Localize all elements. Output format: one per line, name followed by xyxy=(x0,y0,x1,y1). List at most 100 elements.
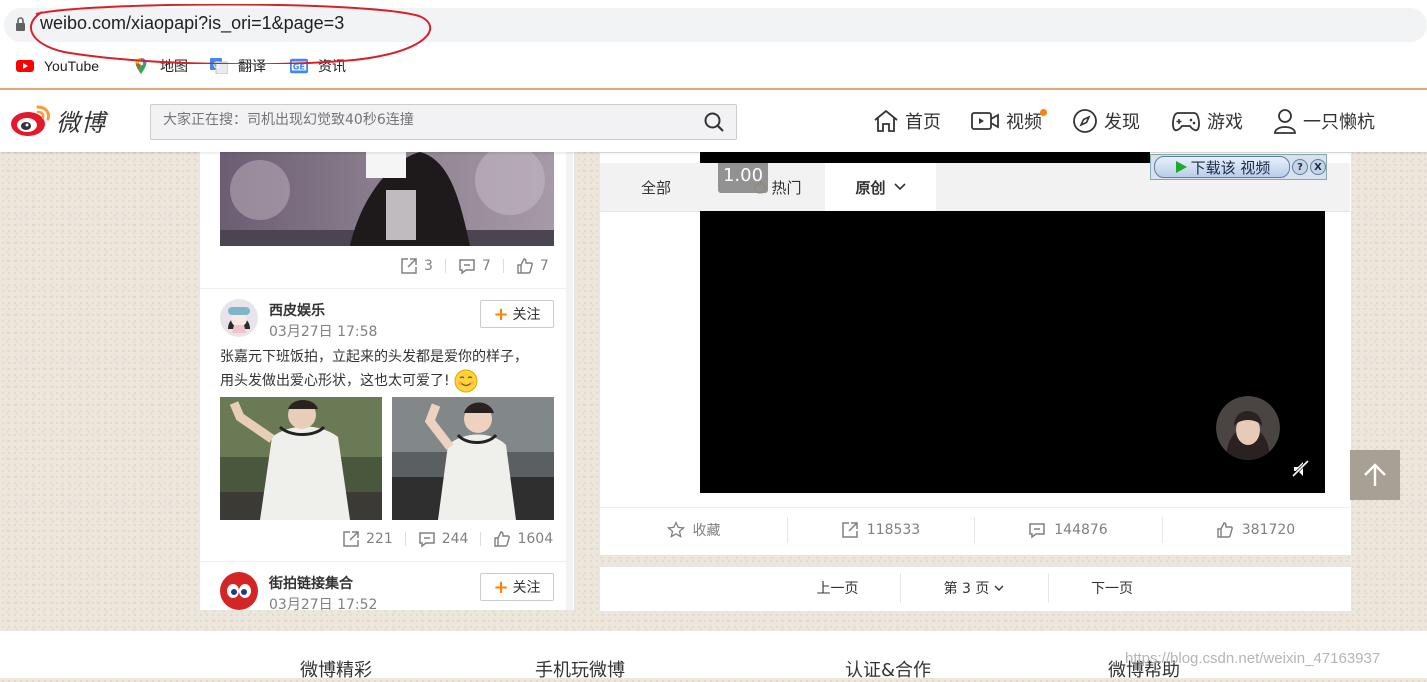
playback-speed-badge[interactable]: 1.00 xyxy=(718,163,768,193)
mute-icon[interactable] xyxy=(1292,460,1310,478)
download-video-toolbar: 下载该 视频 ? X xyxy=(1150,154,1327,180)
stat-divider xyxy=(444,259,446,273)
nav-video[interactable]: 视频 xyxy=(970,108,1049,134)
home-icon xyxy=(874,109,898,132)
footer-link-highlights[interactable]: 微博精彩 xyxy=(300,656,372,682)
current-page-label: 第 3 页 xyxy=(943,581,990,597)
repost-button[interactable]: 221 xyxy=(342,530,393,548)
avatar[interactable] xyxy=(220,572,258,610)
nav-label: 游戏 xyxy=(1207,112,1243,133)
page-select[interactable]: 第 3 页 xyxy=(900,566,1048,610)
stat-divider xyxy=(404,532,406,546)
footer-link-certification[interactable]: 认证&合作 xyxy=(845,656,931,682)
tab-label: 原创 xyxy=(855,178,886,197)
like-count: 1604 xyxy=(517,531,554,547)
comment-icon xyxy=(459,259,475,275)
prev-page-button[interactable]: 上一页 xyxy=(775,566,900,610)
like-button[interactable]: 381720 xyxy=(1162,507,1349,553)
post-text-line: 张嘉元下班饭拍，立起来的头发都是爱你的样子， xyxy=(220,349,528,365)
download-video-button[interactable]: 下载该 视频 xyxy=(1154,156,1290,178)
back-to-top-button[interactable] xyxy=(1350,450,1400,500)
post-image[interactable] xyxy=(220,397,382,520)
post-image[interactable] xyxy=(392,397,554,520)
smile-emoji-icon xyxy=(454,369,478,393)
comment-count: 144876 xyxy=(1054,522,1108,538)
favorite-button[interactable]: 收藏 xyxy=(600,507,787,553)
post-stats: 3 7 7 xyxy=(400,256,549,276)
post-text-line-2: 用头发做出爱心形状，这也太可爱了! xyxy=(220,369,560,393)
feed-scrollbar[interactable] xyxy=(566,152,573,610)
nav-label: 发现 xyxy=(1104,112,1140,133)
like-count: 381720 xyxy=(1241,522,1296,538)
repost-count: 221 xyxy=(366,531,393,547)
nav-label: 视频 xyxy=(1006,112,1042,133)
next-page-button[interactable]: 下一页 xyxy=(1048,566,1176,610)
like-count: 7 xyxy=(539,258,549,274)
repost-count: 3 xyxy=(424,258,433,274)
weibo-logo-icon xyxy=(11,105,50,136)
nav-home[interactable]: 首页 xyxy=(873,108,941,134)
comment-button[interactable]: 144876 xyxy=(974,507,1162,553)
comment-icon xyxy=(1029,523,1046,539)
video-player-top xyxy=(700,152,1150,163)
repost-count: 118533 xyxy=(866,522,921,538)
plus-icon: + xyxy=(493,576,509,598)
nav-label: 一只懒杭 xyxy=(1303,112,1375,133)
share-icon xyxy=(401,258,417,274)
thumbs-up-icon xyxy=(1217,522,1233,538)
gamepad-icon xyxy=(1172,112,1200,132)
follow-button[interactable]: + 关注 xyxy=(480,573,554,601)
follow-label: 关注 xyxy=(512,580,541,596)
post-text-line: 用头发做出爱心形状，这也太可爱了! xyxy=(220,372,450,389)
favorite-label: 收藏 xyxy=(692,523,721,539)
follow-button[interactable]: + 关注 xyxy=(480,300,554,328)
floating-avatar[interactable] xyxy=(1216,396,1280,460)
comment-count: 244 xyxy=(441,531,469,547)
post-divider xyxy=(200,288,566,289)
post-divider xyxy=(200,561,566,562)
thumbs-up-icon xyxy=(494,531,511,547)
like-button[interactable]: 7 xyxy=(516,257,549,275)
plus-icon: + xyxy=(493,303,509,325)
repost-button[interactable]: 3 xyxy=(400,257,433,275)
tab-all[interactable]: 全部 xyxy=(600,163,712,211)
post-text: 张嘉元下班饭拍，立起来的头发都是爱你的样子， 用头发做出爱心形状，这也太可爱了! xyxy=(220,346,560,393)
comment-count: 7 xyxy=(481,258,491,274)
like-button[interactable]: 1604 xyxy=(493,530,553,548)
close-button[interactable]: X xyxy=(1310,159,1326,175)
help-button[interactable]: ? xyxy=(1292,159,1308,175)
search-icon[interactable] xyxy=(704,112,724,132)
post-stats: 221 244 1604 xyxy=(342,529,553,549)
footer-link-mobile[interactable]: 手机玩微博 xyxy=(535,656,625,682)
nav-games[interactable]: 游戏 xyxy=(1171,108,1243,134)
thumbs-up-icon xyxy=(517,258,533,274)
video-icon xyxy=(971,112,999,130)
annotation-circle xyxy=(30,4,431,64)
share-icon xyxy=(842,522,858,538)
search-input[interactable] xyxy=(161,111,685,129)
nav-discover[interactable]: 发现 xyxy=(1072,108,1140,134)
stat-divider xyxy=(502,259,504,273)
post-time[interactable]: 03月27日 17:58 xyxy=(269,321,377,341)
tab-original[interactable]: 原创 xyxy=(825,163,936,213)
chevron-down-icon xyxy=(893,183,906,191)
nav-user-profile[interactable]: 一只懒杭 xyxy=(1273,108,1375,134)
author-name[interactable]: 西皮娱乐 xyxy=(269,300,325,320)
post-time[interactable]: 03月27日 17:52 xyxy=(269,594,377,614)
repost-button[interactable]: 118533 xyxy=(787,507,974,553)
search-box[interactable] xyxy=(150,104,737,140)
chevron-down-icon xyxy=(994,585,1004,591)
comment-button[interactable]: 244 xyxy=(418,530,469,548)
weibo-logo[interactable]: 微博 xyxy=(10,102,106,138)
post-image[interactable] xyxy=(220,140,554,246)
avatar[interactable] xyxy=(220,299,258,337)
star-icon xyxy=(666,521,685,538)
comment-icon xyxy=(418,532,435,548)
comment-button[interactable]: 7 xyxy=(458,257,491,275)
nav-label: 首页 xyxy=(905,112,941,133)
author-name[interactable]: 街拍链接集合 xyxy=(269,573,353,593)
watermark: https://blog.csdn.net/weixin_47163937 xyxy=(1125,650,1381,667)
share-icon xyxy=(343,531,359,547)
follow-label: 关注 xyxy=(512,307,541,323)
stat-divider xyxy=(480,532,482,546)
